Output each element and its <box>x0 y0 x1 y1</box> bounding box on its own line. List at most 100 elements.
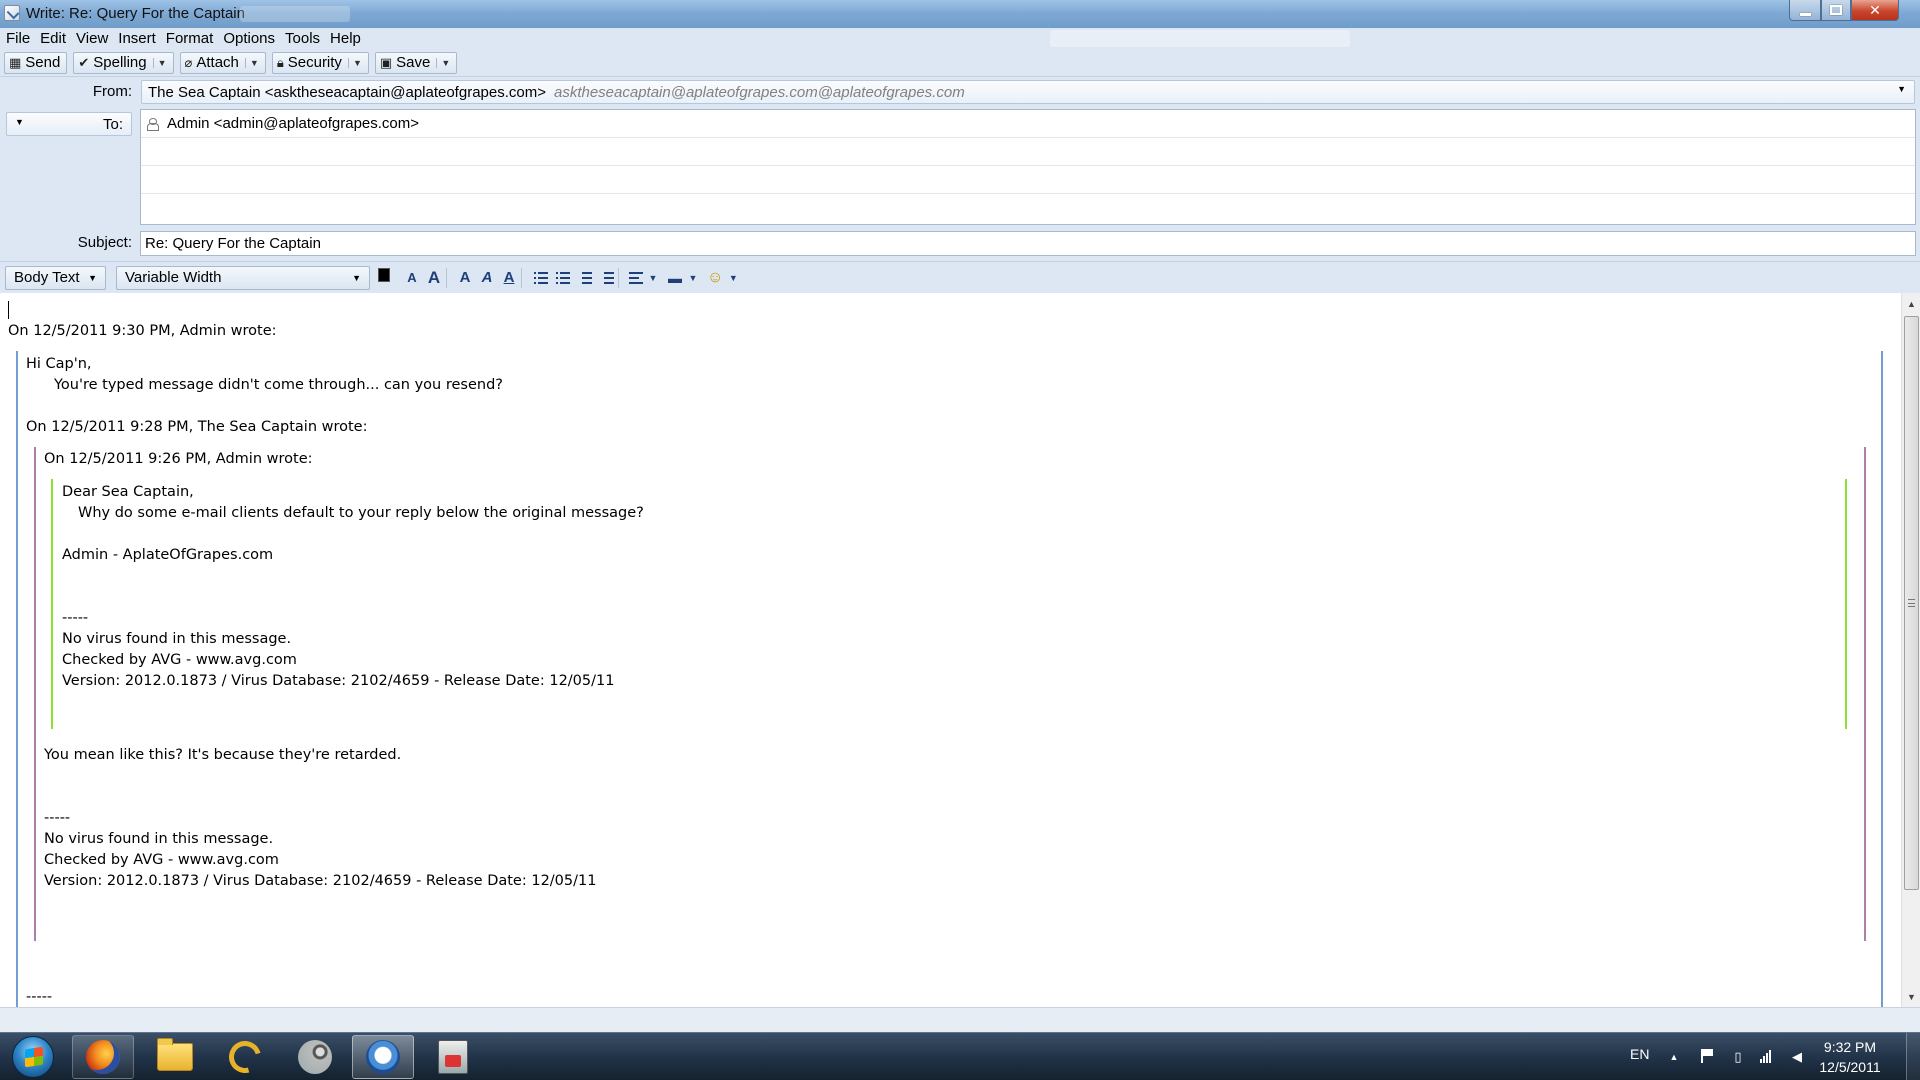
from-label: From: <box>92 83 132 100</box>
show-hidden-icons-icon[interactable]: ▲ <box>1667 1050 1681 1064</box>
taskbar-explorer[interactable] <box>144 1035 206 1079</box>
spelling-label: Spelling <box>93 54 147 71</box>
quote-attribution: On 12/5/2011 9:26 PM, Admin wrote: <box>44 451 313 467</box>
contact-icon <box>147 118 159 131</box>
system-clock[interactable]: 9:32 PM 12/5/2011 <box>1808 1037 1892 1077</box>
editor-scrollbar[interactable]: ▲ ▼ <box>1901 293 1920 1007</box>
security-label: Security <box>287 54 342 71</box>
compose-window-icon <box>4 5 20 21</box>
underline-button[interactable]: A <box>501 269 517 286</box>
title-bar[interactable]: Write: Re: Query For the Captain ✕ <box>0 0 1920 28</box>
network-signal-icon[interactable] <box>1760 1050 1771 1063</box>
text-caret <box>8 301 9 319</box>
larger-font-button[interactable]: A <box>426 268 442 288</box>
security-button[interactable]: 🔒︎ Security ▼ <box>271 51 369 74</box>
scroll-thumb[interactable] <box>1904 316 1919 890</box>
message-body-editor[interactable]: On 12/5/2011 9:30 PM, Admin wrote: Hi Ca… <box>0 293 1901 1007</box>
menu-insert[interactable]: Insert <box>118 30 156 47</box>
from-identity-select[interactable]: The Sea Captain <asktheseacaptain@aplate… <box>141 80 1915 104</box>
subject-label: Subject: <box>77 234 132 251</box>
smaller-font-button[interactable]: A <box>404 270 420 285</box>
quoted-reply: You're typed message didn't come through… <box>54 377 503 393</box>
subject-value: Re: Query For the Captain <box>145 235 321 252</box>
quoted-greeting: Dear Sea Captain, <box>62 484 194 500</box>
avg-notice: Version: 2012.0.1873 / Virus Database: 2… <box>62 673 615 689</box>
taskbar-installer[interactable] <box>422 1035 484 1079</box>
taskbar-firefox[interactable] <box>72 1035 134 1079</box>
menu-format[interactable]: Format <box>166 30 214 47</box>
recipient-list: Admin <admin@aplateofgrapes.com> <box>140 109 1916 225</box>
background-search-ghost <box>1050 30 1350 47</box>
clock-time: 9:32 PM <box>1823 1039 1877 1055</box>
device-icon[interactable]: ▯ <box>1731 1049 1745 1064</box>
scroll-up-icon[interactable]: ▲ <box>1902 295 1920 312</box>
align-dropdown-icon[interactable]: ▼ <box>645 273 661 283</box>
compose-toolbar: ▦ Send ✔ Spelling ▼ ⌀ Attach ▼ 🔒︎ Securi… <box>0 49 1920 77</box>
font-family-select[interactable]: Variable Width ▼ <box>116 265 370 290</box>
quote-attribution: On 12/5/2011 9:30 PM, Admin wrote: <box>8 323 277 339</box>
signature-separator: ----- <box>26 989 53 1005</box>
recipient-address: Admin <admin@aplateofgrapes.com> <box>167 115 420 132</box>
action-center-flag-icon[interactable] <box>1701 1049 1713 1063</box>
quoted-question: Why do some e-mail clients default to yo… <box>78 505 644 521</box>
italic-button[interactable]: A <box>479 269 495 286</box>
recipient-row[interactable] <box>141 166 1915 194</box>
bulleted-list-icon[interactable] <box>534 271 548 284</box>
spelling-button[interactable]: ✔ Spelling ▼ <box>73 51 174 74</box>
smiley-dropdown-icon[interactable]: ▼ <box>725 273 741 283</box>
close-icon: ✕ <box>1869 1 1881 18</box>
align-icon[interactable] <box>629 271 643 284</box>
clock-date: 12/5/2011 <box>1819 1059 1881 1075</box>
scroll-down-icon[interactable]: ▼ <box>1902 988 1920 1005</box>
smiley-icon[interactable]: ☺ <box>707 269 723 287</box>
minimize-icon <box>1799 12 1811 16</box>
text-color-picker[interactable] <box>378 267 395 288</box>
subject-input[interactable]: Re: Query For the Captain <box>140 231 1916 256</box>
attach-dropdown-icon[interactable]: ▼ <box>244 57 259 68</box>
insert-image-icon[interactable]: ▬ <box>667 270 683 286</box>
paragraph-style-select[interactable]: Body Text ▼ <box>5 265 106 290</box>
quoted-greeting: Hi Cap'n, <box>26 356 92 372</box>
recipient-row[interactable] <box>141 138 1915 166</box>
taskbar-steam[interactable] <box>284 1035 346 1079</box>
start-button[interactable] <box>6 1035 60 1079</box>
recipient-row[interactable]: Admin <admin@aplateofgrapes.com> <box>141 110 1915 138</box>
minimize-button[interactable] <box>1789 0 1821 21</box>
input-language-indicator[interactable]: EN <box>1630 1046 1649 1062</box>
menu-edit[interactable]: Edit <box>40 30 66 47</box>
avg-notice: Checked by AVG - www.avg.com <box>44 852 279 868</box>
avg-notice: No virus found in this message. <box>62 631 292 647</box>
insert-dropdown-icon[interactable]: ▼ <box>685 273 701 283</box>
menu-help[interactable]: Help <box>330 30 361 47</box>
attach-button[interactable]: ⌀ Attach ▼ <box>179 51 266 74</box>
close-button[interactable]: ✕ <box>1851 0 1899 21</box>
taskbar-thunderbird[interactable] <box>352 1035 414 1079</box>
menu-file[interactable]: File <box>6 30 30 47</box>
background-tab-ghost <box>240 6 350 22</box>
show-desktop-button[interactable] <box>1906 1033 1920 1080</box>
increase-indent-icon[interactable] <box>600 271 614 284</box>
maximize-button[interactable] <box>1821 0 1851 21</box>
save-dropdown-icon[interactable]: ▼ <box>436 57 450 68</box>
recipient-type-select[interactable]: ▼ To: <box>6 112 132 136</box>
bold-button[interactable]: A <box>457 269 473 286</box>
security-dropdown-icon[interactable]: ▼ <box>347 57 362 68</box>
decrease-indent-icon[interactable] <box>578 271 592 284</box>
menu-tools[interactable]: Tools <box>285 30 320 47</box>
quote-attribution: On 12/5/2011 9:28 PM, The Sea Captain wr… <box>26 419 368 435</box>
numbered-list-icon[interactable] <box>556 271 570 284</box>
menu-view[interactable]: View <box>76 30 108 47</box>
avg-notice: No virus found in this message. <box>44 831 274 847</box>
daemon-tools-icon <box>223 1035 267 1079</box>
recipient-row[interactable] <box>141 194 1915 222</box>
signature-separator: ----- <box>62 610 89 626</box>
send-button[interactable]: ▦ Send <box>4 51 68 74</box>
taskbar-daemon-tools[interactable] <box>214 1035 276 1079</box>
save-button[interactable]: ▣ Save ▼ <box>374 51 458 74</box>
menu-options[interactable]: Options <box>223 30 275 47</box>
chevron-down-icon: ▼ <box>352 272 361 283</box>
speaker-icon[interactable]: ◀ <box>1790 1049 1804 1064</box>
chevron-down-icon: ▼ <box>15 117 24 127</box>
attach-label: Attach <box>196 54 239 71</box>
spelling-dropdown-icon[interactable]: ▼ <box>152 57 167 68</box>
